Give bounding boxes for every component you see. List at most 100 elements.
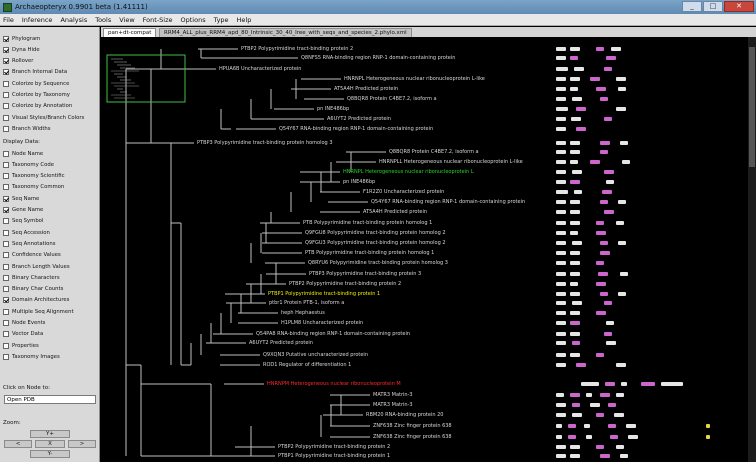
tree-node-label[interactable]: PTBP1 Polypyrimidine tract-binding prote… — [278, 453, 390, 459]
data-display-option[interactable]: Seq Symbol — [3, 217, 43, 226]
data-display-option[interactable]: Properties — [3, 341, 39, 350]
checkbox[interactable] — [3, 69, 9, 76]
data-display-option[interactable]: Taxonomy Scientific — [3, 172, 65, 181]
checkbox[interactable] — [3, 297, 9, 304]
checkbox[interactable] — [3, 58, 9, 65]
menu-options[interactable]: Options — [181, 16, 206, 24]
tree-node-label[interactable]: MATR3 Matrin-3 — [373, 392, 413, 398]
display-option[interactable]: Colorize by Taxonomy — [3, 91, 70, 100]
checkbox[interactable] — [3, 331, 9, 338]
checkbox[interactable] — [3, 80, 9, 87]
data-display-option[interactable]: Binary Char Counts — [3, 285, 63, 294]
data-display-option[interactable]: Seq Accession — [3, 228, 50, 237]
tree-node-label[interactable]: PTBP1 Polypyrimidine tract-binding prote… — [268, 291, 380, 297]
checkbox[interactable] — [3, 342, 9, 349]
zoom-out-x-button[interactable]: < — [4, 440, 32, 448]
tree-node-label[interactable]: PTB Polypyrimidine tract-binding protein… — [303, 220, 432, 226]
menu-inference[interactable]: Inference — [22, 16, 53, 24]
tree-canvas[interactable]: PTBP2 Polypyrimidine tract-binding prote… — [101, 37, 756, 462]
data-display-option[interactable]: Seq Annotations — [3, 239, 55, 248]
checkbox[interactable] — [3, 114, 9, 121]
tab-phylo-xml[interactable]: RRM4_ALL_plus_RRM4_apd_80_Intrinsic_30_4… — [159, 28, 412, 37]
tab-current-tree[interactable]: pan+dt-compat — [103, 28, 157, 37]
display-option[interactable]: Colorize by Annotation — [3, 102, 72, 111]
tree-node-label[interactable]: Q54Y67 RNA-binding region RNP-1 domain-c… — [279, 126, 433, 132]
display-option[interactable]: Phylogram — [3, 34, 40, 43]
checkbox[interactable] — [3, 46, 9, 53]
tree-node-label[interactable]: HPUA6B Uncharacterized protein — [219, 66, 301, 72]
minimize-button[interactable]: _ — [682, 1, 702, 12]
menu-help[interactable]: Help — [237, 16, 252, 24]
tree-node-label[interactable]: MATR3 Matrin-3 — [373, 402, 413, 408]
tree-node-label[interactable]: H1PLM8 Uncharacterized protein — [281, 320, 363, 326]
tree-node-label[interactable]: ptbr1 Protein PTB-1, isoform a — [269, 300, 344, 306]
display-option[interactable]: Branch Internal Data — [3, 68, 67, 77]
menu-view[interactable]: View — [119, 16, 134, 24]
checkbox[interactable] — [3, 103, 9, 110]
tree-node-label[interactable]: PTB Polypyrimidine tract-binding protein… — [305, 250, 434, 256]
scrollbar-thumb[interactable] — [749, 47, 755, 167]
checkbox[interactable] — [3, 240, 9, 247]
tree-node-label[interactable]: F1R2Z0 Uncharacterized protein — [363, 189, 444, 195]
checkbox[interactable] — [3, 229, 9, 236]
tree-node-label[interactable]: Q54Y67 RNA-binding region RNP-1 domain-c… — [371, 199, 525, 205]
checkbox[interactable] — [3, 92, 9, 98]
tree-node-label[interactable]: PTBP3 Polypyrimidine tract-binding prote… — [197, 140, 333, 146]
display-option[interactable]: Branch Widths — [3, 124, 51, 133]
tree-node-label[interactable]: ZNF638 Zinc finger protein 638 — [373, 423, 452, 429]
checkbox[interactable] — [3, 252, 9, 259]
checkbox[interactable] — [3, 35, 9, 42]
tree-node-label[interactable]: HNRNPL Heterogeneous nuclear ribonucleop… — [343, 169, 474, 175]
tree-node-label[interactable]: RBM20 RNA-binding protein 20 — [366, 412, 443, 418]
vertical-scrollbar[interactable] — [748, 37, 756, 462]
tree-node-label[interactable]: A6UYT2 Predicted protein — [327, 116, 391, 122]
tree-node-label[interactable]: Q9FGU8 Polypyrimidine tract-binding prot… — [305, 230, 446, 236]
tree-node-label[interactable]: PTBP2 Polypyrimidine tract-binding prote… — [289, 281, 401, 287]
tree-node-label[interactable]: pn INE486bp — [317, 106, 349, 112]
display-option[interactable]: Rollover — [3, 57, 33, 66]
checkbox[interactable] — [3, 353, 9, 360]
tree-node-label[interactable]: HNRNPLL Heterogeneous nuclear ribonucleo… — [379, 159, 523, 165]
menu-font-size[interactable]: Font-Size — [143, 16, 173, 24]
tree-node-label[interactable]: ROD1 Regulator of differentiation 1 — [263, 362, 351, 368]
checkbox[interactable] — [3, 286, 9, 293]
zoom-in-x-button[interactable]: > — [68, 440, 96, 448]
tree-node-label[interactable]: A6UYT2 Predicted protein — [249, 340, 313, 346]
display-option[interactable]: Colorize by Sequence — [3, 79, 69, 88]
tree-node-label[interactable]: heph Hephaestus — [281, 310, 325, 316]
tree-node-label[interactable]: Q8NFS5 RNA-binding region RNP-1 domain-c… — [301, 55, 455, 61]
tree-node-label[interactable]: PTBP2 Polypyrimidine tract-binding prote… — [278, 444, 390, 450]
tree-node-label[interactable]: Q9FGU3 Polypyrimidine tract-binding prot… — [305, 240, 446, 246]
menu-analysis[interactable]: Analysis — [60, 16, 87, 24]
checkbox[interactable] — [3, 150, 9, 157]
click-action-select[interactable]: Open PDB — [4, 395, 96, 404]
data-display-option[interactable]: Taxonomy Images — [3, 352, 60, 361]
display-option[interactable]: Dyna Hide — [3, 45, 40, 54]
data-display-option[interactable]: Confidence Values — [3, 251, 61, 260]
menu-file[interactable]: File — [3, 16, 14, 24]
data-display-option[interactable]: Vector Data — [3, 330, 43, 339]
data-display-option[interactable]: Gene Name — [3, 206, 43, 215]
tree-node-label[interactable]: Q54PA8 RNA-binding region RNP-1 domain-c… — [256, 331, 410, 337]
tree-node-label[interactable]: AT5A4H Predicted protein — [334, 86, 398, 92]
checkbox[interactable] — [3, 161, 9, 168]
checkbox[interactable] — [3, 184, 9, 191]
menu-type[interactable]: Type — [214, 16, 229, 24]
tree-node-label[interactable]: Q8BQR8 Protein C4BE7.2, isoform a — [347, 96, 437, 102]
tree-node-label[interactable]: AT5A4H Predicted protein — [363, 209, 427, 215]
data-display-option[interactable]: Node Events — [3, 319, 45, 328]
data-display-option[interactable]: Branch Length Values — [3, 262, 70, 271]
tree-node-label[interactable]: Q8BQR8 Protein C4BE7.2, isoform a — [389, 149, 479, 155]
zoom-reset-button[interactable]: X — [35, 440, 65, 448]
data-display-option[interactable]: Domain Architectures — [3, 296, 69, 305]
tree-node-label[interactable]: HNRNPL Heterogeneous nuclear ribonucleop… — [344, 76, 485, 82]
checkbox[interactable] — [3, 195, 9, 202]
tree-node-label[interactable]: pn INE486bp — [343, 179, 375, 185]
data-display-option[interactable]: Taxonomy Code — [3, 160, 54, 169]
checkbox[interactable] — [3, 274, 9, 281]
data-display-option[interactable]: Node Name — [3, 149, 43, 158]
checkbox[interactable] — [3, 125, 9, 132]
tree-node-label[interactable]: PTBP3 Polypyrimidine tract-binding prote… — [309, 271, 421, 277]
data-display-option[interactable]: Seq Name — [3, 194, 39, 203]
tree-node-label[interactable]: Q9XQN3 Putative uncharacterized protein — [263, 352, 368, 358]
